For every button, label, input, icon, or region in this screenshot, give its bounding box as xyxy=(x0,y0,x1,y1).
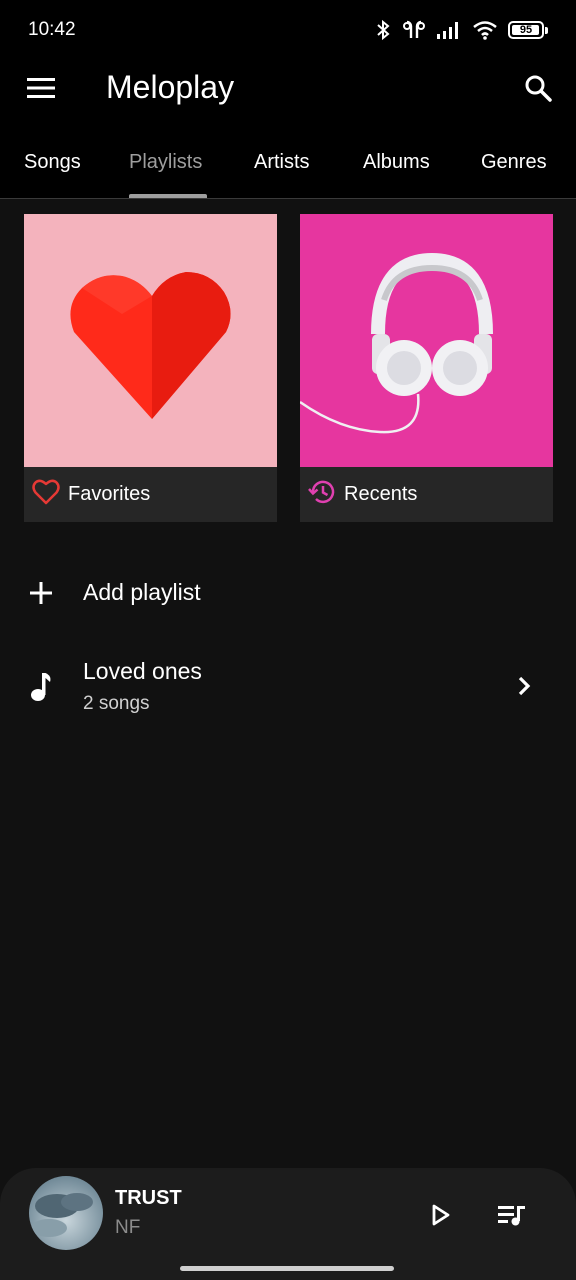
history-icon xyxy=(308,478,336,511)
battery-cap xyxy=(545,26,548,34)
status-icons: 95 xyxy=(374,19,548,41)
mini-player[interactable]: TRUST NF xyxy=(0,1168,576,1280)
playlist-song-count: 2 songs xyxy=(83,693,150,714)
recents-footer: Recents xyxy=(300,467,553,522)
battery-body: 95 xyxy=(508,21,544,39)
earbuds-icon xyxy=(402,19,426,41)
playlist-card-favorites[interactable]: Favorites xyxy=(24,214,277,522)
tab-genres[interactable]: Genres xyxy=(481,151,547,174)
search-icon[interactable] xyxy=(518,70,558,106)
list-item-playlist[interactable]: Loved ones 2 songs xyxy=(0,645,576,727)
playlist-card-recents[interactable]: Recents xyxy=(300,214,553,522)
app-title: Meloplay xyxy=(106,69,235,105)
battery-level: 95 xyxy=(519,24,533,36)
favorites-footer: Favorites xyxy=(24,467,277,522)
add-playlist-button[interactable]: Add playlist xyxy=(0,562,576,624)
recents-artwork xyxy=(300,214,553,467)
recents-label: Recents xyxy=(344,483,418,505)
now-playing-title: TRUST xyxy=(115,1187,182,1209)
tab-songs[interactable]: Songs xyxy=(24,151,81,174)
heart-outline-icon xyxy=(32,479,60,510)
add-playlist-label: Add playlist xyxy=(83,579,201,605)
tab-playlists[interactable]: Playlists xyxy=(129,151,202,174)
bluetooth-icon xyxy=(374,19,392,41)
playlist-title: Loved ones xyxy=(83,658,202,684)
signal-icon xyxy=(436,20,462,40)
tab-artists[interactable]: Artists xyxy=(254,151,310,174)
hamburger-menu-icon[interactable] xyxy=(22,70,60,106)
favorites-label: Favorites xyxy=(68,483,151,505)
tab-albums[interactable]: Albums xyxy=(363,151,430,174)
app-bar: Meloplay xyxy=(0,60,576,116)
play-icon[interactable] xyxy=(424,1198,458,1232)
now-playing-artist: NF xyxy=(115,1217,141,1238)
tab-bar: Songs Playlists Artists Albums Genres xyxy=(0,116,576,199)
battery-icon: 95 xyxy=(508,21,548,39)
tab-indicator xyxy=(129,194,207,198)
now-playing-artwork xyxy=(29,1176,103,1250)
chevron-right-icon xyxy=(512,674,536,698)
wifi-icon xyxy=(472,20,498,40)
favorites-artwork xyxy=(24,214,277,467)
home-indicator[interactable] xyxy=(180,1266,394,1271)
status-bar: 10:42 95 xyxy=(0,0,576,60)
music-note-icon xyxy=(26,672,56,702)
status-time: 10:42 xyxy=(28,19,76,40)
queue-music-icon[interactable] xyxy=(494,1198,530,1232)
plus-icon xyxy=(26,578,56,608)
